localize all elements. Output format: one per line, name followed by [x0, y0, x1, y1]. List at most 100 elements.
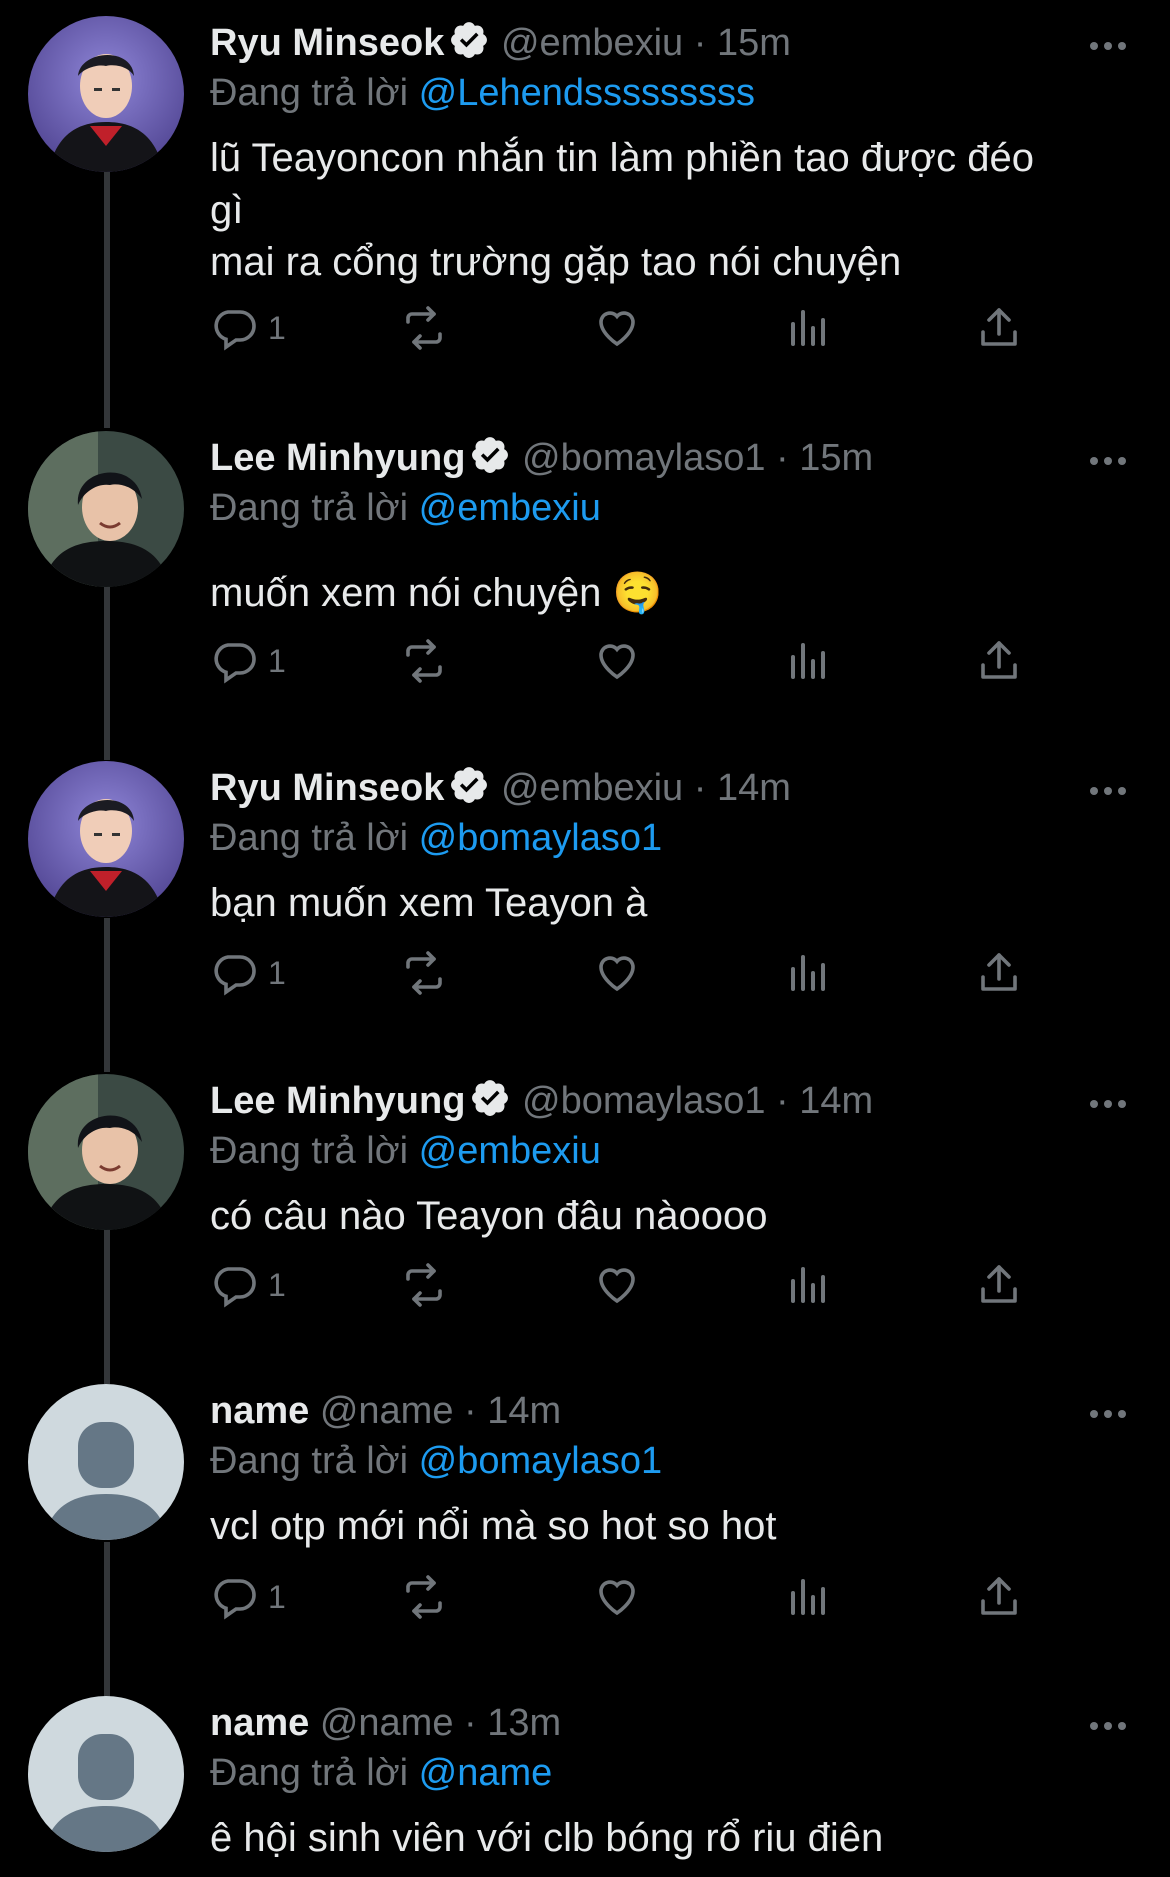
display-name[interactable]: Ryu Minseok: [210, 22, 444, 64]
like-button[interactable]: [593, 1255, 641, 1315]
verified-badge-icon: [469, 1077, 511, 1119]
retweet-icon: [400, 637, 448, 685]
replying-to-mention[interactable]: @embexiu: [419, 487, 601, 529]
tweet-text: lũ Teayoncon nhắn tin làm phiền tao được…: [210, 136, 1034, 284]
reply-button[interactable]: 1: [210, 631, 286, 691]
retweet-icon: [400, 1261, 448, 1309]
replying-to-line: Đang trả lời @bomaylaso1: [210, 813, 1130, 863]
replying-prefix: Đang trả lời: [210, 487, 409, 529]
analytics-icon: [783, 1261, 831, 1309]
verified-badge-icon: [469, 434, 511, 476]
display-name[interactable]: Lee Minhyung: [210, 437, 465, 479]
analytics-icon: [783, 1573, 831, 1621]
heart-icon: [593, 637, 641, 685]
heart-icon: [593, 304, 641, 352]
reply-count: 1: [268, 309, 286, 346]
share-icon: [975, 1573, 1023, 1621]
replying-prefix: Đang trả lời: [210, 1752, 409, 1794]
share-button[interactable]: [975, 943, 1023, 1003]
avatar[interactable]: [28, 16, 184, 172]
user-handle[interactable]: @name: [320, 1702, 454, 1744]
replying-to-mention[interactable]: @name: [419, 1752, 553, 1794]
avatar[interactable]: [28, 1074, 184, 1230]
reply-button[interactable]: 1: [210, 1567, 286, 1627]
timestamp[interactable]: 13m: [487, 1702, 561, 1744]
more-options-icon[interactable]: [1086, 1392, 1130, 1422]
share-button[interactable]: [975, 1255, 1023, 1315]
views-button[interactable]: [783, 1255, 831, 1315]
retweet-button[interactable]: [400, 1567, 448, 1627]
tweet-actions: 1: [210, 943, 1020, 1003]
views-button[interactable]: [783, 298, 831, 358]
reply-icon: [210, 949, 258, 997]
more-options-icon[interactable]: [1086, 769, 1130, 799]
replying-to-mention[interactable]: @bomaylaso1: [419, 1440, 662, 1482]
avatar[interactable]: [28, 1384, 184, 1540]
share-button[interactable]: [975, 298, 1023, 358]
timestamp[interactable]: 15m: [799, 437, 873, 479]
user-handle[interactable]: @bomaylaso1: [522, 1080, 765, 1122]
replying-to-line: Đang trả lời @name: [210, 1748, 1130, 1798]
retweet-button[interactable]: [400, 943, 448, 1003]
share-icon: [975, 949, 1023, 997]
timestamp[interactable]: 14m: [717, 767, 791, 809]
like-button[interactable]: [593, 943, 641, 1003]
replying-to-mention[interactable]: @bomaylaso1: [419, 817, 662, 859]
avatar[interactable]: [28, 761, 184, 917]
display-name[interactable]: name: [210, 1390, 309, 1432]
timestamp[interactable]: 14m: [799, 1080, 873, 1122]
retweet-icon: [400, 949, 448, 997]
replying-prefix: Đang trả lời: [210, 817, 409, 859]
tweet-actions: 1: [210, 298, 1020, 358]
like-button[interactable]: [593, 1567, 641, 1627]
tweet-text: muốn xem nói chuyện 🤤: [210, 571, 663, 615]
replying-prefix: Đang trả lời: [210, 1440, 409, 1482]
user-handle[interactable]: @embexiu: [501, 22, 683, 64]
user-handle[interactable]: @bomaylaso1: [522, 437, 765, 479]
thread-connector-line: [104, 172, 110, 428]
replying-to-mention[interactable]: @embexiu: [419, 1130, 601, 1172]
replying-to-line: Đang trả lời @Lehendsssssssss: [210, 68, 1130, 118]
share-button[interactable]: [975, 631, 1023, 691]
timestamp[interactable]: 15m: [717, 22, 791, 64]
more-options-icon[interactable]: [1086, 439, 1130, 469]
retweet-button[interactable]: [400, 298, 448, 358]
tweet-actions: 1: [210, 1255, 1020, 1315]
views-button[interactable]: [783, 1567, 831, 1627]
more-options-icon[interactable]: [1086, 24, 1130, 54]
verified-badge-icon: [448, 19, 490, 61]
display-name[interactable]: Lee Minhyung: [210, 1080, 465, 1122]
display-name[interactable]: name: [210, 1702, 309, 1744]
heart-icon: [593, 949, 641, 997]
separator-dot: ·: [765, 437, 800, 479]
reply-button[interactable]: 1: [210, 298, 286, 358]
views-button[interactable]: [783, 943, 831, 1003]
share-icon: [975, 304, 1023, 352]
more-options-icon[interactable]: [1086, 1082, 1130, 1112]
share-button[interactable]: [975, 1567, 1023, 1627]
heart-icon: [593, 1573, 641, 1621]
views-button[interactable]: [783, 631, 831, 691]
replying-to-mention[interactable]: @Lehendsssssssss: [419, 72, 755, 114]
thread-connector-line: [104, 918, 110, 1072]
like-button[interactable]: [593, 631, 641, 691]
display-name[interactable]: Ryu Minseok: [210, 767, 444, 809]
tweet-text: vcl otp mới nổi mà so hot so hot: [210, 1504, 777, 1548]
retweet-button[interactable]: [400, 1255, 448, 1315]
retweet-button[interactable]: [400, 631, 448, 691]
tweet-text: có câu nào Teayon đâu nàoooo: [210, 1194, 768, 1238]
avatar[interactable]: [28, 431, 184, 587]
like-button[interactable]: [593, 298, 641, 358]
reply-button[interactable]: 1: [210, 1255, 286, 1315]
user-handle[interactable]: @name: [320, 1390, 454, 1432]
share-icon: [975, 1261, 1023, 1309]
heart-icon: [593, 1261, 641, 1309]
more-options-icon[interactable]: [1086, 1704, 1130, 1734]
replying-to-line: Đang trả lời @embexiu: [210, 1126, 1130, 1176]
user-handle[interactable]: @embexiu: [501, 767, 683, 809]
avatar[interactable]: [28, 1696, 184, 1852]
reply-button[interactable]: 1: [210, 943, 286, 1003]
separator-dot: ·: [453, 1390, 488, 1432]
share-icon: [975, 637, 1023, 685]
timestamp[interactable]: 14m: [487, 1390, 561, 1432]
